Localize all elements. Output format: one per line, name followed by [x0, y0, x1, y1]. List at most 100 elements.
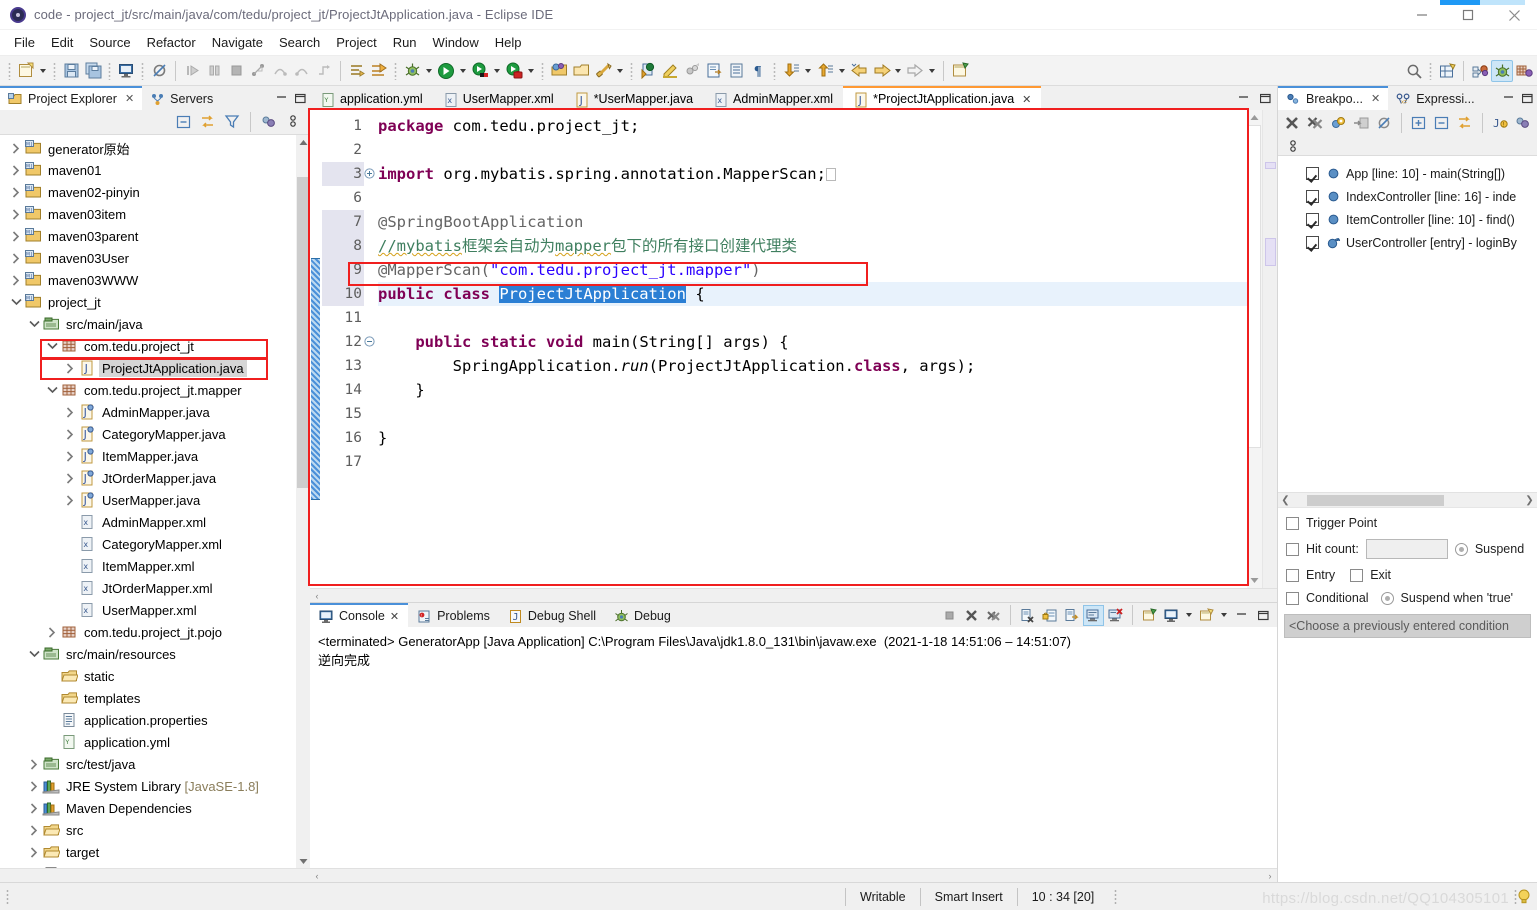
line-number[interactable]: 8	[322, 234, 364, 258]
tree-item[interactable]: static	[0, 665, 296, 687]
code-line[interactable]: public class ProjectJtApplication {	[378, 282, 1247, 306]
forward-dropdown[interactable]	[926, 60, 938, 82]
pin-console-icon[interactable]	[1139, 605, 1160, 626]
breakpoint-item[interactable]: App [line: 10] - main(String[])	[1278, 162, 1537, 185]
editor-tab[interactable]: x UserMapper.xml	[433, 86, 564, 110]
next-annotation-icon[interactable]	[346, 60, 368, 82]
code-line[interactable]: import org.mybatis.spring.annotation.Map…	[378, 162, 1247, 186]
suspend-when-true-radio[interactable]	[1380, 591, 1394, 605]
save-icon[interactable]	[60, 60, 82, 82]
new-java-package-icon[interactable]	[548, 60, 570, 82]
step-into-icon[interactable]	[247, 60, 269, 82]
scroll-down-icon[interactable]	[1247, 573, 1262, 588]
chevron-right-icon[interactable]	[26, 753, 42, 775]
chevron-down-icon[interactable]	[8, 291, 24, 313]
status-grip[interactable]	[6, 888, 9, 905]
code-line[interactable]: }	[378, 426, 1247, 450]
breakpoint-enabled-checkbox[interactable]	[1306, 190, 1319, 203]
debug-dropdown[interactable]	[423, 60, 435, 82]
scrollbar-track[interactable]	[296, 149, 310, 855]
toolbar-grip[interactable]	[630, 61, 633, 80]
previous-annotation-icon[interactable]	[368, 60, 390, 82]
menu-project[interactable]: Project	[328, 32, 384, 53]
tree-item[interactable]: Yapplication.yml	[0, 731, 296, 753]
tree-item[interactable]: M Jmaven03parent	[0, 225, 296, 247]
tree-item[interactable]: J ItemMapper.java	[0, 445, 296, 467]
minimize-icon[interactable]	[1231, 605, 1252, 626]
scroll-left-icon[interactable]: ‹	[310, 591, 324, 601]
editor-overview-ruler[interactable]	[1262, 110, 1277, 588]
menu-source[interactable]: Source	[81, 32, 138, 53]
open-console-icon[interactable]	[115, 60, 137, 82]
conditional-checkbox[interactable]	[1286, 591, 1299, 605]
scrollbar-track[interactable]	[1293, 494, 1522, 507]
close-icon[interactable]: ✕	[125, 93, 134, 105]
tree-item[interactable]: J ProjectJtApplication.java	[0, 357, 296, 379]
code-line[interactable]: @SpringBootApplication	[378, 210, 1247, 234]
back-dropdown[interactable]	[892, 60, 904, 82]
tree-item[interactable]: JRE System Library [JavaSE-1.8]	[0, 775, 296, 797]
run-external-tools-icon[interactable]	[469, 60, 491, 82]
open-perspective-icon[interactable]	[1436, 60, 1458, 82]
chevron-right-icon[interactable]	[8, 159, 24, 181]
tab-problems[interactable]: ! Problems	[408, 603, 499, 627]
tree-item[interactable]: J CategoryMapper.java	[0, 423, 296, 445]
maximize-icon[interactable]	[1445, 0, 1491, 30]
forward-icon[interactable]	[904, 60, 926, 82]
tree-item[interactable]: com.tedu.project_jt.mapper	[0, 379, 296, 401]
display-selected-console-icon[interactable]	[1161, 605, 1182, 626]
tree-item[interactable]: Maven Dependencies	[0, 797, 296, 819]
breakpoint-enabled-checkbox[interactable]	[1306, 236, 1319, 249]
new-annotation-dropdown[interactable]	[614, 60, 626, 82]
chevron-right-icon[interactable]	[8, 269, 24, 291]
collapse-all-icon[interactable]	[1431, 112, 1453, 134]
toggle-mark-occurrences-icon[interactable]	[659, 60, 681, 82]
remove-all-breakpoints-icon[interactable]	[1304, 112, 1326, 134]
toolbar-grip[interactable]	[141, 61, 144, 80]
project-tree[interactable]: M Jgenerator原始 M Jmaven01 M Jmaven02-pinyin M J…	[0, 135, 296, 869]
chevron-right-icon[interactable]	[26, 819, 42, 841]
tree-item[interactable]: src/main/java	[0, 313, 296, 335]
tab-debug[interactable]: Debug	[605, 603, 680, 627]
coverage-dropdown[interactable]	[525, 60, 537, 82]
editor-tab[interactable]: Yapplication.yml	[310, 86, 433, 110]
tree-scrollbar[interactable]	[296, 135, 310, 869]
breakpoints-list[interactable]: App [line: 10] - main(String[]) IndexCont…	[1278, 156, 1537, 492]
tree-item[interactable]: src/test/java	[0, 753, 296, 775]
filters-icon[interactable]	[221, 112, 243, 133]
line-number[interactable]: 16	[322, 426, 364, 450]
breakpoint-item[interactable]: UserController [entry] - loginBy	[1278, 231, 1537, 254]
console-horizontal-scrollbar[interactable]: ‹ ›	[310, 868, 1277, 882]
tab-expressions[interactable]: x= Expressi...	[1388, 86, 1482, 110]
expand-all-icon[interactable]	[1408, 112, 1430, 134]
tree-item[interactable]: wHELP.md	[0, 863, 296, 869]
toolbar-grip[interactable]	[53, 61, 56, 80]
new-wizard-icon[interactable]	[15, 60, 37, 82]
hit-count-checkbox[interactable]	[1286, 542, 1299, 556]
link-with-debug-view-icon[interactable]	[1350, 112, 1372, 134]
tab-servers[interactable]: Servers	[142, 86, 221, 110]
status-grip[interactable]	[1114, 888, 1118, 905]
build-all-icon[interactable]	[681, 60, 703, 82]
external-tools-dropdown[interactable]	[491, 60, 503, 82]
quick-fix-bulb-icon[interactable]	[1517, 889, 1531, 905]
scroll-lock-icon[interactable]	[1039, 605, 1060, 626]
chevron-right-icon[interactable]	[62, 489, 78, 511]
open-task-icon[interactable]	[703, 60, 725, 82]
terminate-icon[interactable]	[939, 605, 960, 626]
chevron-down-icon[interactable]	[26, 643, 42, 665]
display-console-dropdown[interactable]	[1183, 604, 1195, 626]
new-window-icon[interactable]	[949, 60, 971, 82]
menu-run[interactable]: Run	[385, 32, 425, 53]
line-number[interactable]: 17	[322, 450, 364, 474]
tree-item[interactable]: src	[0, 819, 296, 841]
tree-item[interactable]: J JtOrderMapper.java	[0, 467, 296, 489]
tree-item[interactable]: M Jmaven03User	[0, 247, 296, 269]
code-line[interactable]	[378, 450, 1247, 474]
line-number[interactable]: 1	[322, 114, 364, 138]
breakpoint-item[interactable]: ItemController [line: 10] - find()	[1278, 208, 1537, 231]
code-line[interactable]: @MapperScan("com.tedu.project_jt.mapper"…	[378, 258, 1247, 282]
resume-icon[interactable]	[181, 60, 203, 82]
tree-item[interactable]: x JtOrderMapper.xml	[0, 577, 296, 599]
open-console-dropdown[interactable]	[1218, 604, 1230, 626]
